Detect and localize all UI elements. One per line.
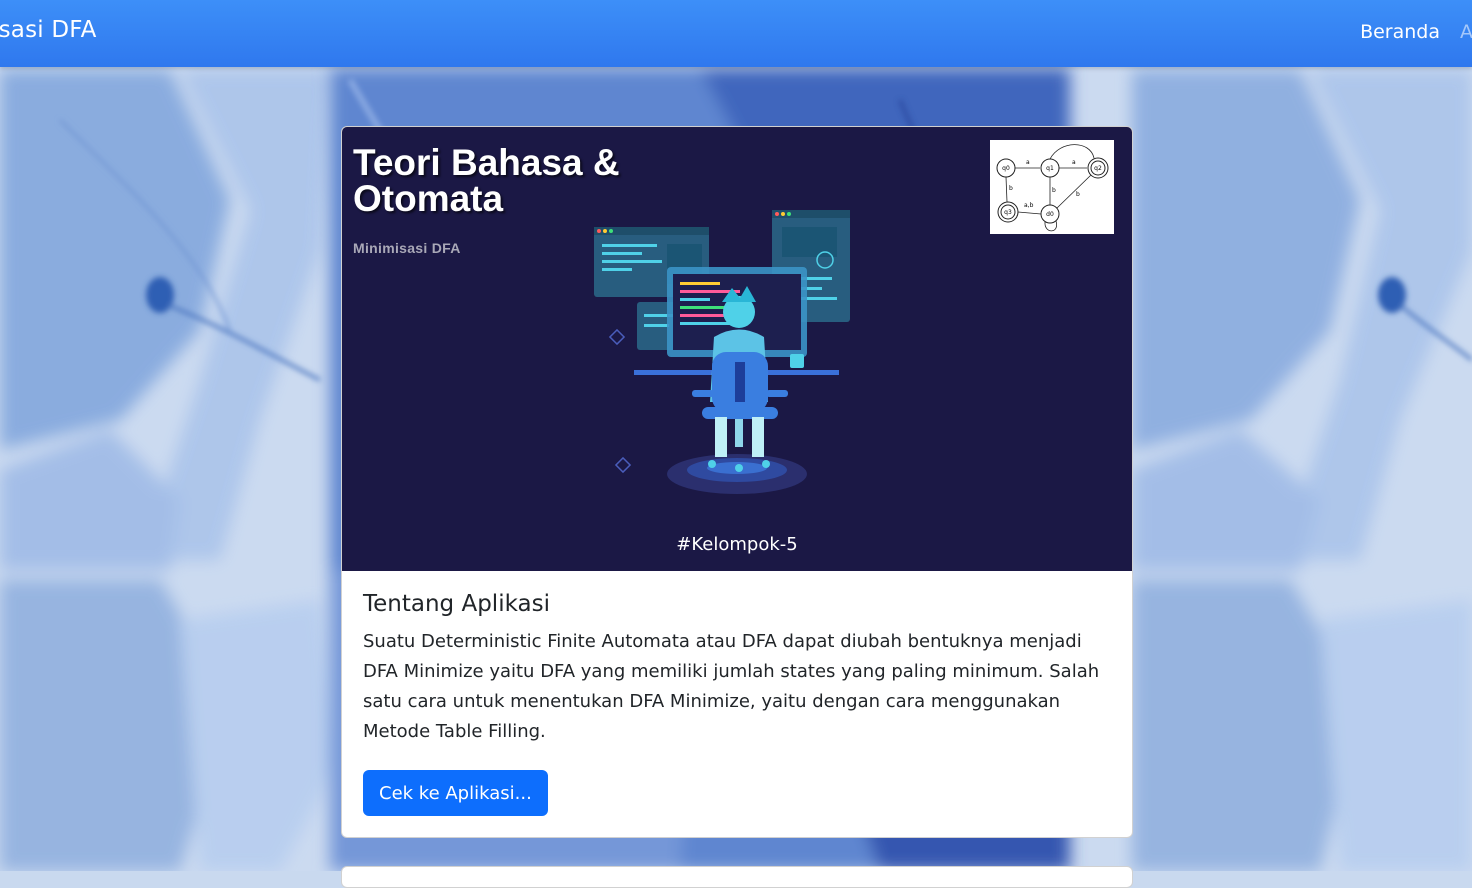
hero-group-tag: #Kelompok-5 — [676, 534, 798, 555]
state-q0-label: q0 — [1002, 165, 1010, 172]
dfa-diagram-image: q0 q1 q2 q3 d0 a a b b b a,b — [990, 140, 1114, 234]
state-q3-label: q3 — [1004, 209, 1012, 216]
hero-banner: Teori Bahasa & Otomata Minimisasi DFA q0… — [342, 127, 1132, 571]
edge-label-a2: a — [1072, 159, 1076, 166]
about-title: Tentang Aplikasi — [363, 591, 550, 617]
card-body: Tentang Aplikasi Suatu Deterministic Fin… — [363, 591, 1113, 747]
edge-label-b3: b — [1076, 191, 1080, 198]
edge-label-b1: b — [1009, 185, 1013, 192]
nav-link-truncated[interactable]: A — [1460, 21, 1472, 43]
navbar-brand[interactable]: isasi DFA — [0, 17, 97, 43]
hero-subtitle: Minimisasi DFA — [353, 240, 461, 256]
open-app-button[interactable]: Cek ke Aplikasi... — [363, 770, 548, 816]
top-navbar: isasi DFA Beranda A — [0, 0, 1472, 67]
navbar-links: Beranda A — [1360, 21, 1472, 43]
edge-label-ab: a,b — [1024, 202, 1034, 209]
next-card-edge — [341, 866, 1133, 888]
state-q2-label: q2 — [1094, 165, 1102, 172]
state-q1-label: q1 — [1046, 165, 1054, 172]
about-description: Suatu Deterministic Finite Automata atau… — [363, 631, 1100, 742]
app-card: Teori Bahasa & Otomata Minimisasi DFA q0… — [341, 126, 1133, 838]
edge-label-a1: a — [1026, 159, 1030, 166]
edge-label-b2: b — [1052, 187, 1056, 194]
nav-link-beranda[interactable]: Beranda — [1360, 21, 1440, 43]
state-d0-label: d0 — [1046, 211, 1054, 218]
programmer-illustration — [582, 202, 882, 524]
